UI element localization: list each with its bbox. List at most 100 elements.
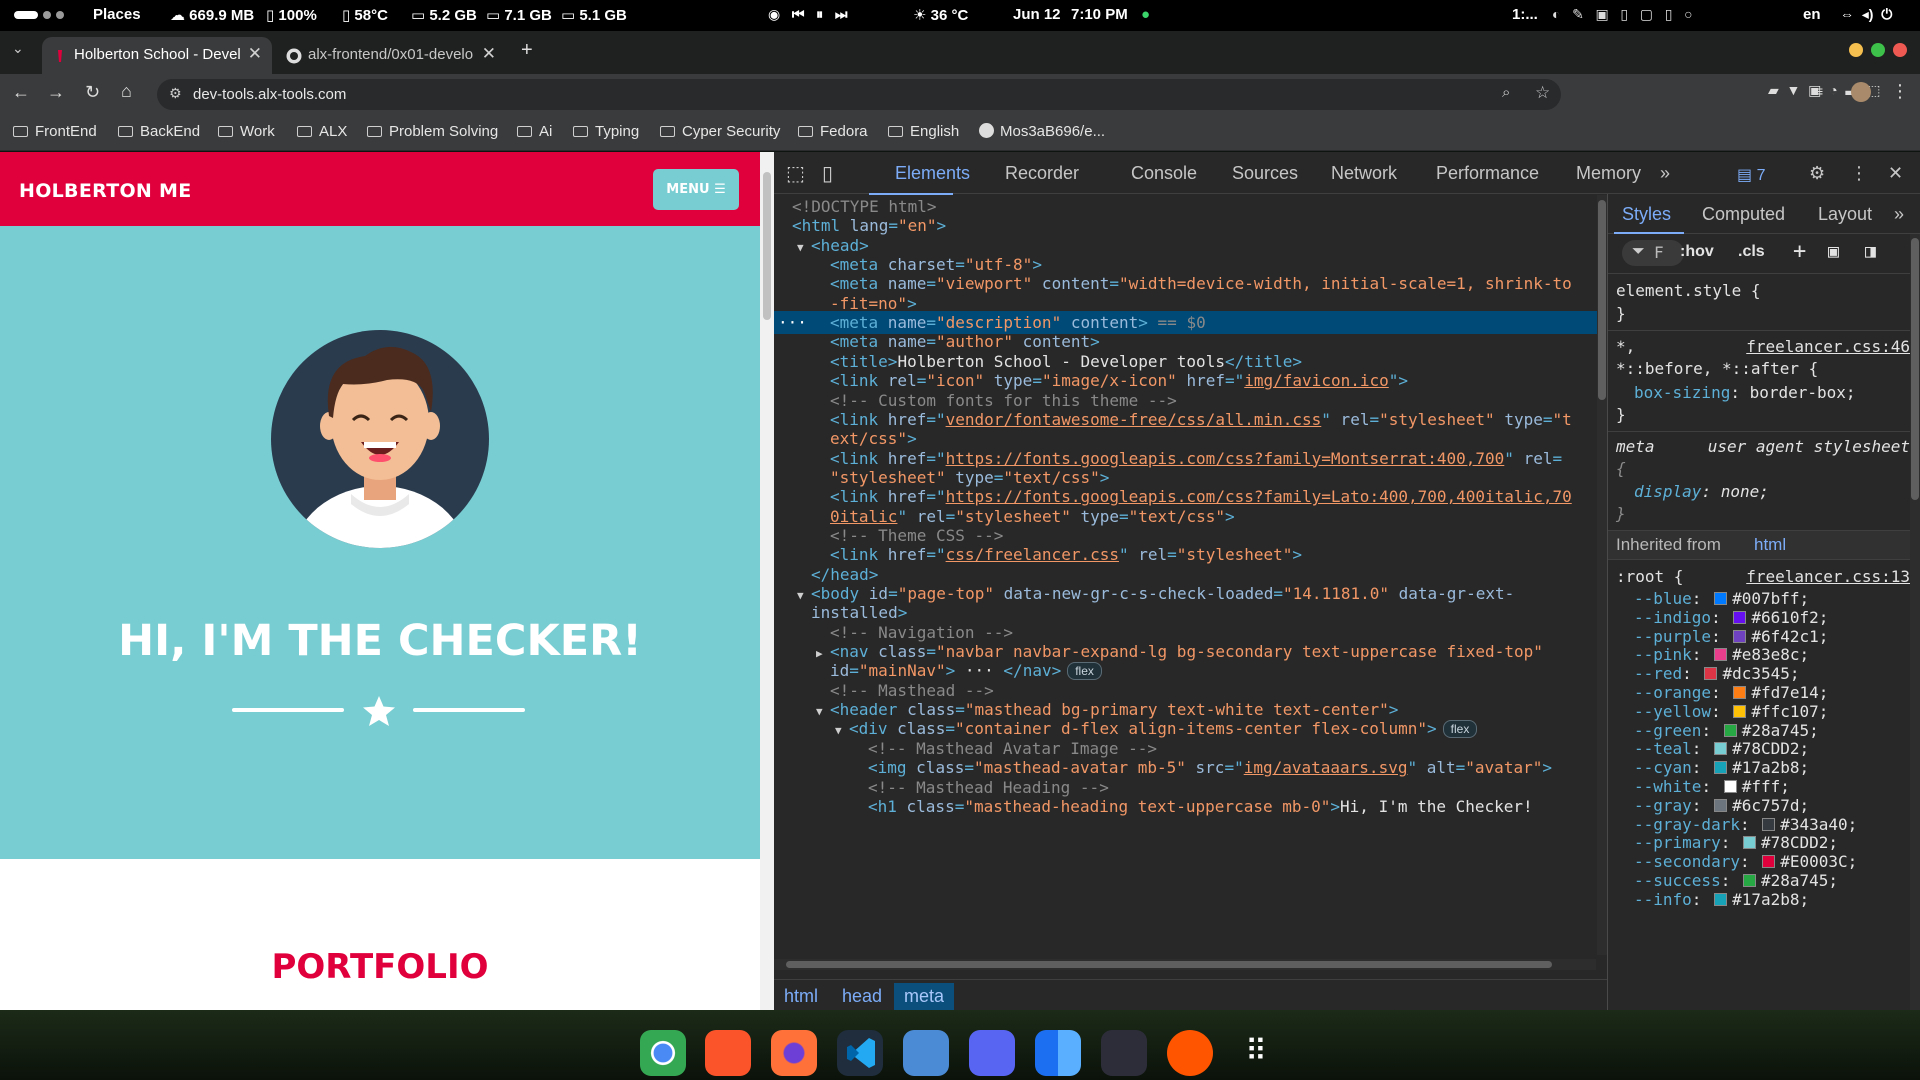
whatsapp-icon[interactable]: ● <box>1141 6 1150 23</box>
settings-gear-icon[interactable]: ⚙ <box>1809 163 1825 184</box>
breadcrumb-html[interactable]: html <box>774 983 828 1010</box>
color-swatch-icon[interactable] <box>1742 836 1756 850</box>
dom-scrollbar-thumb[interactable] <box>1598 200 1606 400</box>
color-swatch-icon[interactable] <box>1733 629 1747 643</box>
site-brand[interactable]: HOLBERTON ME <box>19 180 192 202</box>
devtools-menu-icon[interactable]: ⋮ <box>1850 163 1868 184</box>
color-swatch-icon[interactable] <box>1714 742 1728 756</box>
color-swatch-icon[interactable] <box>1704 667 1718 681</box>
github-desktop-icon[interactable] <box>903 1030 949 1076</box>
site-info-icon[interactable]: ⚙ <box>169 85 182 102</box>
tab-elements[interactable]: Elements <box>895 163 970 184</box>
tab-search-icon[interactable]: ⌄ <box>12 40 24 57</box>
close-tab-icon[interactable]: ✕ <box>248 44 262 64</box>
bookmark-folder[interactable]: Ai <box>517 123 552 140</box>
workspace-name[interactable]: 1:... <box>1512 6 1538 23</box>
color-swatch-icon[interactable] <box>1723 780 1737 793</box>
bookmark-star-icon[interactable]: ☆ <box>1535 83 1550 103</box>
rule-source-link[interactable]: freelancer.css:46 <box>1746 336 1910 358</box>
flex-badge[interactable]: flex <box>1067 662 1102 681</box>
color-swatch-icon[interactable] <box>1733 704 1747 718</box>
chrome-icon[interactable] <box>640 1030 686 1076</box>
reload-icon[interactable]: ↻ <box>85 82 100 103</box>
color-swatch-icon[interactable] <box>1714 592 1728 605</box>
dom-token-lk[interactable]: img/avataaars.svg <box>1244 758 1408 777</box>
dom-node-line[interactable]: <h1 class="masthead-heading text-upperca… <box>774 795 1598 818</box>
color-swatch-icon[interactable] <box>1714 648 1728 662</box>
firefox-icon[interactable] <box>771 1030 817 1076</box>
new-tab-icon[interactable]: + <box>521 39 533 62</box>
device-toolbar-icon[interactable]: ▯ <box>822 161 833 186</box>
dom-token-lk[interactable]: vendor/fontawesome-free/css/all.min.css <box>946 410 1322 429</box>
soundcloud-icon[interactable] <box>1167 1030 1213 1076</box>
clock-time[interactable]: 7:10 PM <box>1071 6 1128 23</box>
weather-indicator[interactable]: ☀ 36 °C <box>913 6 968 24</box>
issues-counter[interactable]: ▤ 7 <box>1737 165 1765 185</box>
keyboard-layout[interactable]: en <box>1803 6 1821 23</box>
flex-badge[interactable]: flex <box>1442 720 1478 739</box>
maximize-window-icon[interactable] <box>1871 43 1885 57</box>
rule-selector[interactable]: *, <box>1616 336 1635 358</box>
bookmark-folder[interactable]: English <box>888 123 959 140</box>
forward-icon[interactable]: → <box>47 82 65 103</box>
bookmark-folder[interactable]: Work <box>218 123 275 140</box>
dom-token-lk[interactable]: https://fonts.googleapis.com/css?family=… <box>946 487 1572 506</box>
minimize-window-icon[interactable] <box>1849 43 1863 57</box>
bookmark-folder[interactable]: ALX <box>297 123 347 140</box>
rule-source-link[interactable]: freelancer.css:13 <box>1746 566 1910 588</box>
tab-memory[interactable]: Memory <box>1576 163 1641 184</box>
dom-token-lk[interactable]: 0italic <box>830 507 897 526</box>
places-menu[interactable]: Places <box>93 6 141 23</box>
vscode-icon[interactable] <box>837 1030 883 1076</box>
tab-console[interactable]: Console <box>1131 163 1197 184</box>
bookmark-folder[interactable]: Problem Solving <box>367 123 498 140</box>
new-rule-icon[interactable]: + <box>1793 239 1806 264</box>
inherited-element-link[interactable]: html <box>1754 535 1786 555</box>
rule-selector[interactable]: *::before, *::after { <box>1616 358 1818 380</box>
inspect-element-icon[interactable]: ⬚ <box>786 161 805 186</box>
tab-github[interactable]: alx-frontend/0x01-develo ✕ <box>276 37 506 74</box>
bookmark-folder[interactable]: BackEnd <box>118 123 200 140</box>
color-swatch-icon[interactable] <box>1723 723 1737 737</box>
menu-button[interactable]: MENU ☰ <box>653 169 739 210</box>
close-devtools-icon[interactable]: ✕ <box>1888 163 1903 184</box>
rule-element-style[interactable]: element.style { <box>1616 280 1761 302</box>
bookmark-folder[interactable]: Cyper Security <box>660 123 780 140</box>
color-swatch-icon[interactable] <box>1714 798 1728 812</box>
color-swatch-icon[interactable] <box>1733 610 1747 624</box>
browser-menu-icon[interactable]: ⋮ <box>1891 81 1909 102</box>
color-swatch-icon[interactable] <box>1762 855 1776 869</box>
rule-selector[interactable]: meta <box>1616 436 1655 458</box>
tab-sources[interactable]: Sources <box>1232 163 1298 184</box>
rule-selector[interactable]: :root { <box>1616 566 1683 588</box>
tab-computed[interactable]: Computed <box>1702 204 1785 225</box>
profile-avatar[interactable] <box>1851 82 1871 102</box>
tab-network[interactable]: Network <box>1331 163 1397 184</box>
jetbrains-icon[interactable] <box>1101 1030 1147 1076</box>
tab-holberton[interactable]: Holberton School - Devel ✕ <box>42 37 272 74</box>
breadcrumb-head[interactable]: head <box>832 983 892 1010</box>
dom-token-lk[interactable]: https://fonts.googleapis.com/css?family=… <box>946 449 1505 468</box>
reading-list-icon[interactable]: ≡ <box>1815 83 1823 99</box>
dom-horizontal-scrollbar-thumb[interactable] <box>786 961 1552 968</box>
color-swatch-icon[interactable] <box>1742 874 1756 887</box>
toggle-sidebar-icon[interactable]: ◨ <box>1865 241 1876 262</box>
home-icon[interactable]: ⌂ <box>121 81 132 102</box>
paint-icon[interactable]: ▣ <box>1828 241 1839 262</box>
address-bar[interactable]: ⚙ dev-tools.alx-tools.com ⌕ ☆ <box>157 79 1561 110</box>
media-controls[interactable]: ◉ ⏮ ⏸ ⏭ <box>768 6 847 23</box>
tab-performance[interactable]: Performance <box>1436 163 1539 184</box>
more-tabs-icon[interactable]: » <box>1894 204 1904 225</box>
url-text[interactable]: dev-tools.alx-tools.com <box>193 86 346 103</box>
more-tabs-icon[interactable]: » <box>1660 163 1670 184</box>
color-swatch-icon[interactable] <box>1733 686 1747 699</box>
close-tab-icon[interactable]: ✕ <box>482 44 496 64</box>
color-swatch-icon[interactable] <box>1714 761 1728 775</box>
dom-token-lk[interactable]: img/favicon.ico <box>1244 371 1389 390</box>
bookmark-github[interactable]: Mos3aB696/e... <box>979 123 1105 140</box>
bookmark-folder[interactable]: FrontEnd <box>13 123 97 140</box>
class-toggle[interactable]: .cls <box>1738 243 1765 261</box>
page-scrollbar-thumb[interactable] <box>763 172 771 320</box>
bookmark-folder[interactable]: Fedora <box>798 123 868 140</box>
css-variable[interactable]: --info: #17a2b8; <box>1634 889 1809 911</box>
